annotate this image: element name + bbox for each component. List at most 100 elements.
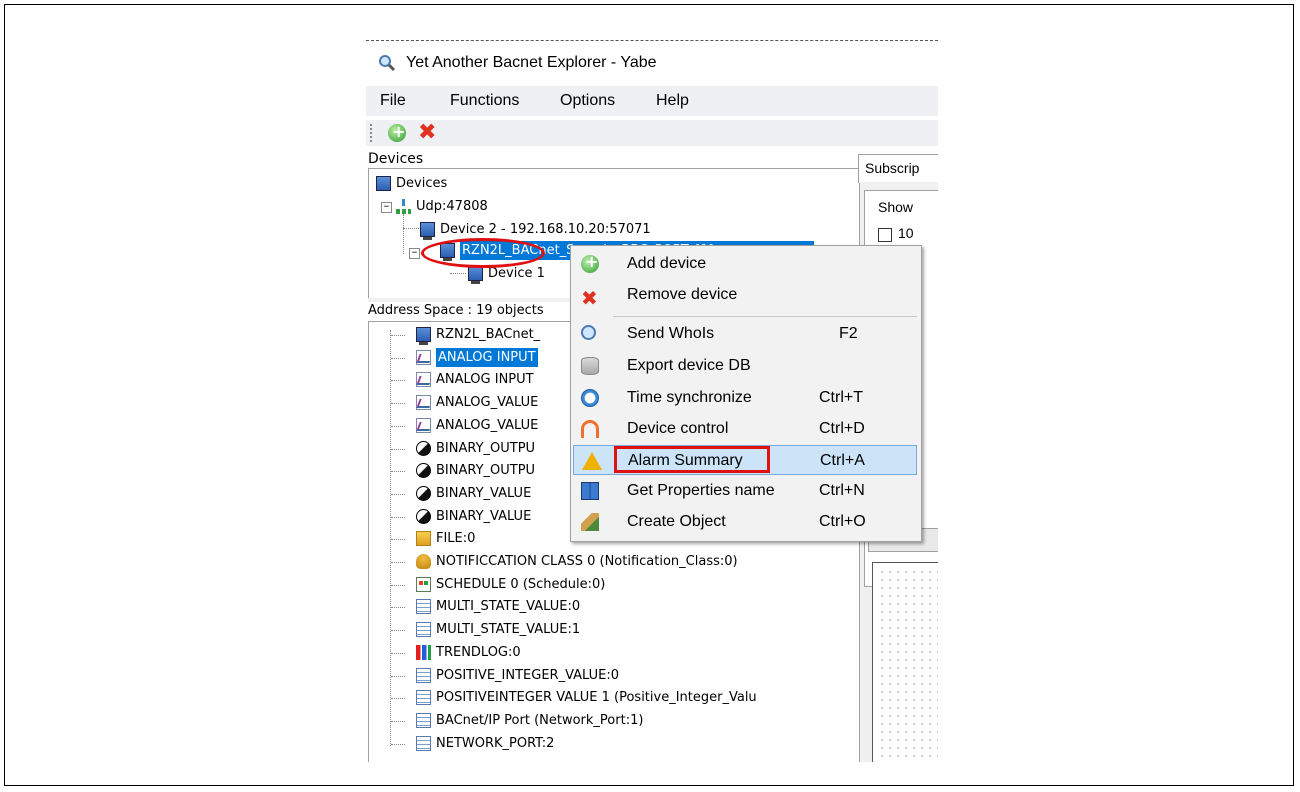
menu-item-shortcut: Ctrl+T	[819, 389, 863, 406]
tree-line	[391, 720, 405, 723]
tab-subscriptions[interactable]: Subscrip	[858, 154, 938, 183]
tree-line	[391, 380, 405, 382]
window-title: Yet Another Bacnet Explorer - Yabe	[406, 54, 657, 71]
menu-item-get-properties-name[interactable]: Get Properties name Ctrl+N	[573, 476, 917, 506]
menu-item-add-device[interactable]: Add device	[573, 249, 917, 279]
title-bar: Yet Another Bacnet Explorer - Yabe	[366, 46, 938, 80]
tree-line	[391, 743, 405, 746]
remove-device-icon: ✖	[581, 286, 598, 310]
devices-icon	[376, 176, 391, 191]
alarm-clock-icon	[581, 389, 599, 407]
broadcast-icon	[581, 420, 599, 438]
table-icon	[416, 690, 431, 706]
tree-line	[391, 584, 405, 587]
address-space-item-label: TRENDLOG:0	[436, 644, 521, 660]
toolbar-grip[interactable]	[370, 124, 374, 142]
tree-device-2-label: Device 2 - 192.168.10.20:57071	[440, 222, 651, 237]
tree-line	[391, 539, 405, 541]
tree-line	[391, 562, 405, 564]
menu-item-remove-device[interactable]: ✖ Remove device	[573, 280, 917, 310]
tree-line	[390, 330, 392, 746]
menu-options[interactable]: Options	[560, 92, 615, 110]
tree-line	[391, 335, 405, 337]
period-checkbox[interactable]	[878, 228, 892, 242]
address-space-item-label: ANALOG INPUT	[436, 372, 534, 388]
analog-icon	[416, 349, 431, 365]
menu-item-shortcut: Ctrl+O	[819, 513, 866, 530]
menu-item-label: Time synchronize	[627, 389, 752, 406]
computer-icon	[420, 222, 435, 240]
network-icon	[396, 199, 411, 214]
menu-item-send-whois[interactable]: Send WhoIs F2	[573, 319, 917, 349]
tree-root-label: Devices	[396, 176, 448, 191]
menu-item-label: Device control	[627, 420, 729, 437]
address-space-item-label: BACnet/IP Port (Network_Port:1)	[436, 712, 644, 728]
menu-help[interactable]: Help	[656, 92, 689, 110]
collapse-toggle-udp[interactable]: −	[381, 202, 392, 213]
tree-line	[391, 516, 405, 519]
menu-functions[interactable]: Functions	[450, 92, 519, 110]
collapse-toggle-rzn2l[interactable]: −	[409, 248, 420, 259]
tree-line	[391, 652, 405, 655]
menu-item-export-device-db[interactable]: Export device DB	[573, 351, 917, 381]
file-icon	[416, 531, 431, 547]
tab-subscriptions-label: Subscrip	[865, 160, 920, 176]
address-space-item-label: ANALOG INPUT	[436, 347, 538, 367]
address-space-item-label: SCHEDULE 0 (Schedule:0)	[436, 576, 606, 592]
analog-icon	[416, 417, 431, 433]
address-space-item-label: ANALOG_VALUE	[436, 395, 539, 411]
tree-line	[391, 675, 405, 678]
magnifier-icon	[378, 54, 396, 72]
menu-item-label: Add device	[627, 255, 707, 272]
address-space-item-label: BINARY_VALUE	[436, 508, 532, 524]
table-icon	[416, 735, 431, 751]
tree-line	[391, 630, 405, 632]
trendlog-icon	[416, 644, 431, 660]
menu-item-label: Create Object	[627, 513, 726, 530]
analog-icon	[416, 395, 431, 411]
address-space-item-label: NETWORK_PORT:2	[436, 735, 555, 751]
table-icon	[416, 667, 431, 683]
schedule-icon	[416, 576, 431, 592]
computer-icon	[416, 327, 431, 345]
show-label: Show	[878, 199, 914, 215]
pencil-icon	[581, 513, 599, 531]
menu-file[interactable]: File	[380, 92, 406, 110]
tree-line	[391, 471, 405, 473]
menu-item-time-synchronize[interactable]: Time synchronize Ctrl+T	[573, 383, 917, 413]
tree-line	[391, 425, 405, 428]
menu-bar: File Functions Options Help	[366, 86, 938, 116]
address-space-item-label: NOTIFICCATION CLASS 0 (Notification_Clas…	[436, 554, 738, 569]
table-icon	[416, 622, 431, 638]
address-space-item-label: BINARY_OUTPU	[436, 440, 536, 456]
binary-icon	[416, 508, 431, 524]
remove-device-icon[interactable]: ✖	[418, 120, 436, 145]
menu-item-device-control[interactable]: Device control Ctrl+D	[573, 414, 917, 444]
tree-node-udp-label: Udp:47808	[416, 199, 488, 214]
binary-icon	[416, 440, 431, 456]
address-space-item-label: FILE:0	[436, 531, 476, 547]
menu-item-create-object[interactable]: Create Object Ctrl+O	[573, 507, 917, 537]
warning-icon	[582, 452, 602, 470]
menu-item-label: Get Properties name	[627, 482, 775, 499]
tree-line	[391, 698, 405, 700]
tree-line	[403, 228, 419, 230]
add-device-icon	[581, 252, 599, 273]
graph-grid	[878, 568, 938, 760]
menu-item-shortcut: F2	[839, 325, 858, 342]
add-device-icon[interactable]	[388, 122, 406, 142]
database-icon	[581, 357, 599, 375]
address-space-item-label: RZN2L_BACnet_	[436, 327, 541, 342]
menu-item-label: Send WhoIs	[627, 325, 715, 342]
context-menu: Add device ✖ Remove device Send WhoIs F2…	[570, 245, 922, 542]
menu-item-shortcut: Ctrl+D	[819, 420, 865, 437]
address-space-item-label: MULTI_STATE_VALUE:1	[436, 622, 581, 638]
window-top-edge	[366, 40, 938, 42]
period-checkbox-label: 10	[898, 225, 914, 241]
address-space-item-label: POSITIVE_INTEGER_VALUE:0	[436, 667, 620, 683]
address-space-item-label: POSITIVEINTEGER VALUE 1 (Positive_Intege…	[436, 690, 757, 706]
menu-item-label: Export device DB	[627, 357, 751, 374]
bell-icon	[416, 554, 431, 569]
address-space-item-label: MULTI_STATE_VALUE:0	[436, 599, 581, 615]
book-icon	[581, 482, 599, 500]
